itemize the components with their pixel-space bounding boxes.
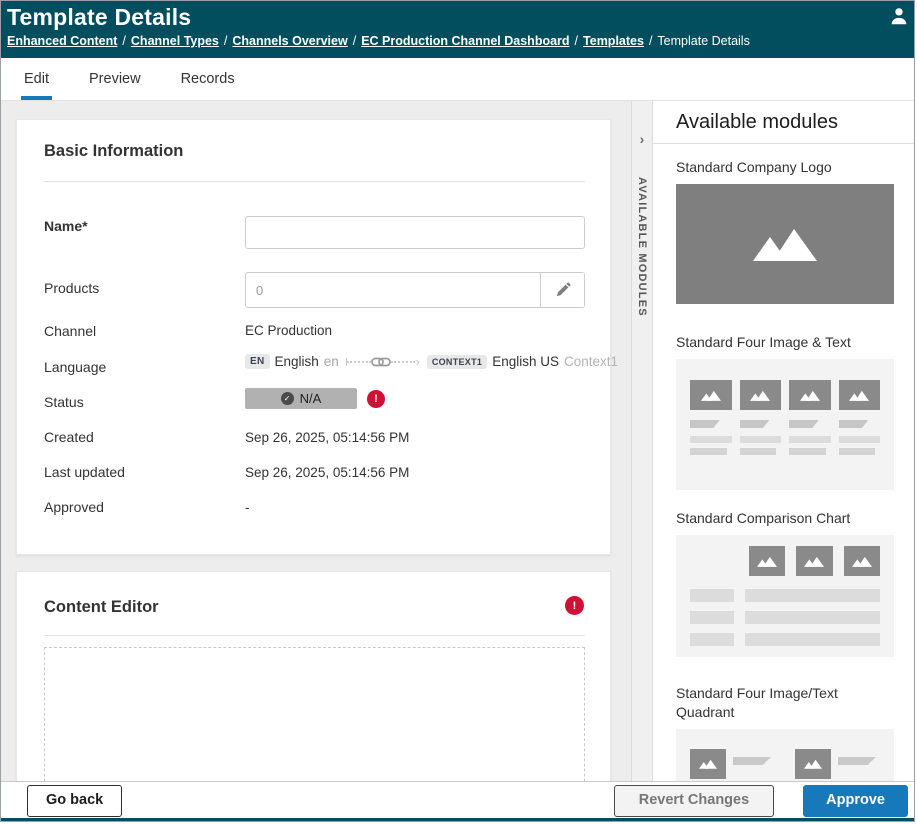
status-error-icon: ! xyxy=(367,389,385,408)
content-editor-title: Content Editor xyxy=(44,598,159,616)
breadcrumb-channel-types[interactable]: Channel Types xyxy=(131,34,219,48)
products-field xyxy=(245,272,585,308)
language-mapping: EN English en › CONTEXT1 English US Cont… xyxy=(245,354,618,369)
divider xyxy=(44,635,585,636)
breadcrumb-separator: / xyxy=(352,34,357,48)
module-standard-four-image-text-quadrant[interactable]: Standard Four Image/Text Quadrant xyxy=(676,684,894,781)
image-placeholder-icon xyxy=(851,556,872,567)
edit-products-button[interactable] xyxy=(540,273,584,307)
status-badge: ✓ N/A xyxy=(245,388,357,409)
template-details-window: Template Details Enhanced Content / Channe… xyxy=(0,0,915,822)
approved-value: - xyxy=(245,500,250,515)
breadcrumb-separator: / xyxy=(122,34,126,48)
module-thumbnail[interactable] xyxy=(676,184,894,304)
language-source-code: en xyxy=(323,354,339,369)
page-title: Template Details xyxy=(7,4,192,30)
module-thumbnail[interactable] xyxy=(676,359,894,490)
status-value: N/A xyxy=(299,391,322,406)
name-input[interactable] xyxy=(245,216,585,249)
collapse-panel-chevron-icon[interactable]: › xyxy=(632,131,652,147)
basic-information-card: Basic Information Name* Products Channel… xyxy=(16,119,618,555)
channel-value: EC Production xyxy=(245,323,333,338)
revert-changes-button[interactable]: Revert Changes xyxy=(613,785,775,817)
image-placeholder-icon xyxy=(699,759,717,769)
modules-collapse-strip: › AVAILABLE MODULES xyxy=(631,101,653,781)
language-label: Language xyxy=(44,359,107,375)
language-source-name: English xyxy=(274,354,319,369)
footer-action-bar: Go back Revert Changes Approve xyxy=(1,781,914,820)
status-field: ✓ N/A ! xyxy=(245,388,385,409)
last-updated-label: Last updated xyxy=(44,464,125,480)
created-label: Created xyxy=(44,429,94,445)
check-circle-icon: ✓ xyxy=(280,392,294,405)
content-editor-dropzone[interactable] xyxy=(44,647,585,781)
module-label: Standard Company Logo xyxy=(676,159,832,175)
image-placeholder-icon xyxy=(753,229,817,261)
breadcrumb: Enhanced Content / Channel Types / Channels … xyxy=(7,34,904,48)
content-editor-error-icon: ! xyxy=(565,596,584,615)
link-icon xyxy=(370,357,391,366)
module-standard-company-logo[interactable]: Standard Company Logo xyxy=(676,158,894,304)
breadcrumb-templates[interactable]: Templates xyxy=(583,34,644,48)
language-target-badge: CONTEXT1 xyxy=(426,354,488,369)
divider xyxy=(44,181,585,182)
created-value: Sep 26, 2025, 05:14:56 PM xyxy=(245,430,410,445)
breadcrumb-enhanced-content[interactable]: Enhanced Content xyxy=(7,34,117,48)
products-input[interactable] xyxy=(246,273,540,307)
module-label: Standard Four Image & Text xyxy=(676,334,851,350)
approved-label: Approved xyxy=(44,499,104,515)
available-modules-panel: Available modules Standard Company Logo … xyxy=(653,101,914,781)
module-label: Standard Comparison Chart xyxy=(676,510,851,526)
language-link-connector: › xyxy=(345,354,420,369)
breadcrumb-separator: / xyxy=(648,34,653,48)
chevron-right-icon: › xyxy=(415,354,420,369)
language-target-context: Context1 xyxy=(564,354,619,369)
breadcrumb-current: Template Details xyxy=(657,34,750,48)
breadcrumb-channels-overview[interactable]: Channels Overview xyxy=(232,34,347,48)
module-thumbnail[interactable] xyxy=(676,729,894,781)
language-source-badge: EN xyxy=(245,354,270,369)
name-label: Name* xyxy=(44,218,88,234)
image-placeholder-icon xyxy=(804,556,825,567)
module-standard-comparison-chart[interactable]: Standard Comparison Chart xyxy=(676,509,894,657)
tab-preview[interactable]: Preview xyxy=(86,58,144,100)
breadcrumb-separator: / xyxy=(574,34,579,48)
image-placeholder-icon xyxy=(700,390,721,401)
tab-records[interactable]: Records xyxy=(178,58,238,100)
image-placeholder-icon xyxy=(849,390,870,401)
language-target-name: English US xyxy=(492,354,560,369)
image-placeholder-icon xyxy=(750,390,771,401)
breadcrumb-separator: / xyxy=(223,34,228,48)
module-label: Standard Four Image/Text Quadrant xyxy=(676,685,838,720)
image-placeholder-icon xyxy=(757,556,778,567)
image-placeholder-icon xyxy=(799,390,820,401)
tab-bar: Edit Preview Records xyxy=(1,58,914,101)
status-label: Status xyxy=(44,394,84,410)
approve-button[interactable]: Approve xyxy=(803,785,908,817)
image-placeholder-icon xyxy=(804,759,822,769)
user-icon[interactable] xyxy=(888,5,910,27)
content-editor-card: Content Editor ! xyxy=(16,571,611,781)
page-header: Template Details Enhanced Content / Channe… xyxy=(1,1,914,58)
window-bottom-border xyxy=(1,818,914,821)
main-content: Basic Information Name* Products Channel… xyxy=(1,101,631,781)
pencil-icon xyxy=(556,282,570,297)
channel-label: Channel xyxy=(44,323,97,339)
module-standard-four-image-text[interactable]: Standard Four Image & Text xyxy=(676,333,894,490)
modules-strip-label[interactable]: AVAILABLE MODULES xyxy=(636,177,648,317)
basic-information-title: Basic Information xyxy=(44,142,184,160)
module-thumbnail[interactable] xyxy=(676,535,894,657)
available-modules-title: Available modules xyxy=(653,101,914,144)
breadcrumb-ec-production-channel-dashboard[interactable]: EC Production Channel Dashboard xyxy=(361,34,569,48)
go-back-button[interactable]: Go back xyxy=(27,785,123,817)
tab-edit[interactable]: Edit xyxy=(21,58,52,100)
last-updated-value: Sep 26, 2025, 05:14:56 PM xyxy=(245,465,410,480)
products-label: Products xyxy=(44,280,100,296)
